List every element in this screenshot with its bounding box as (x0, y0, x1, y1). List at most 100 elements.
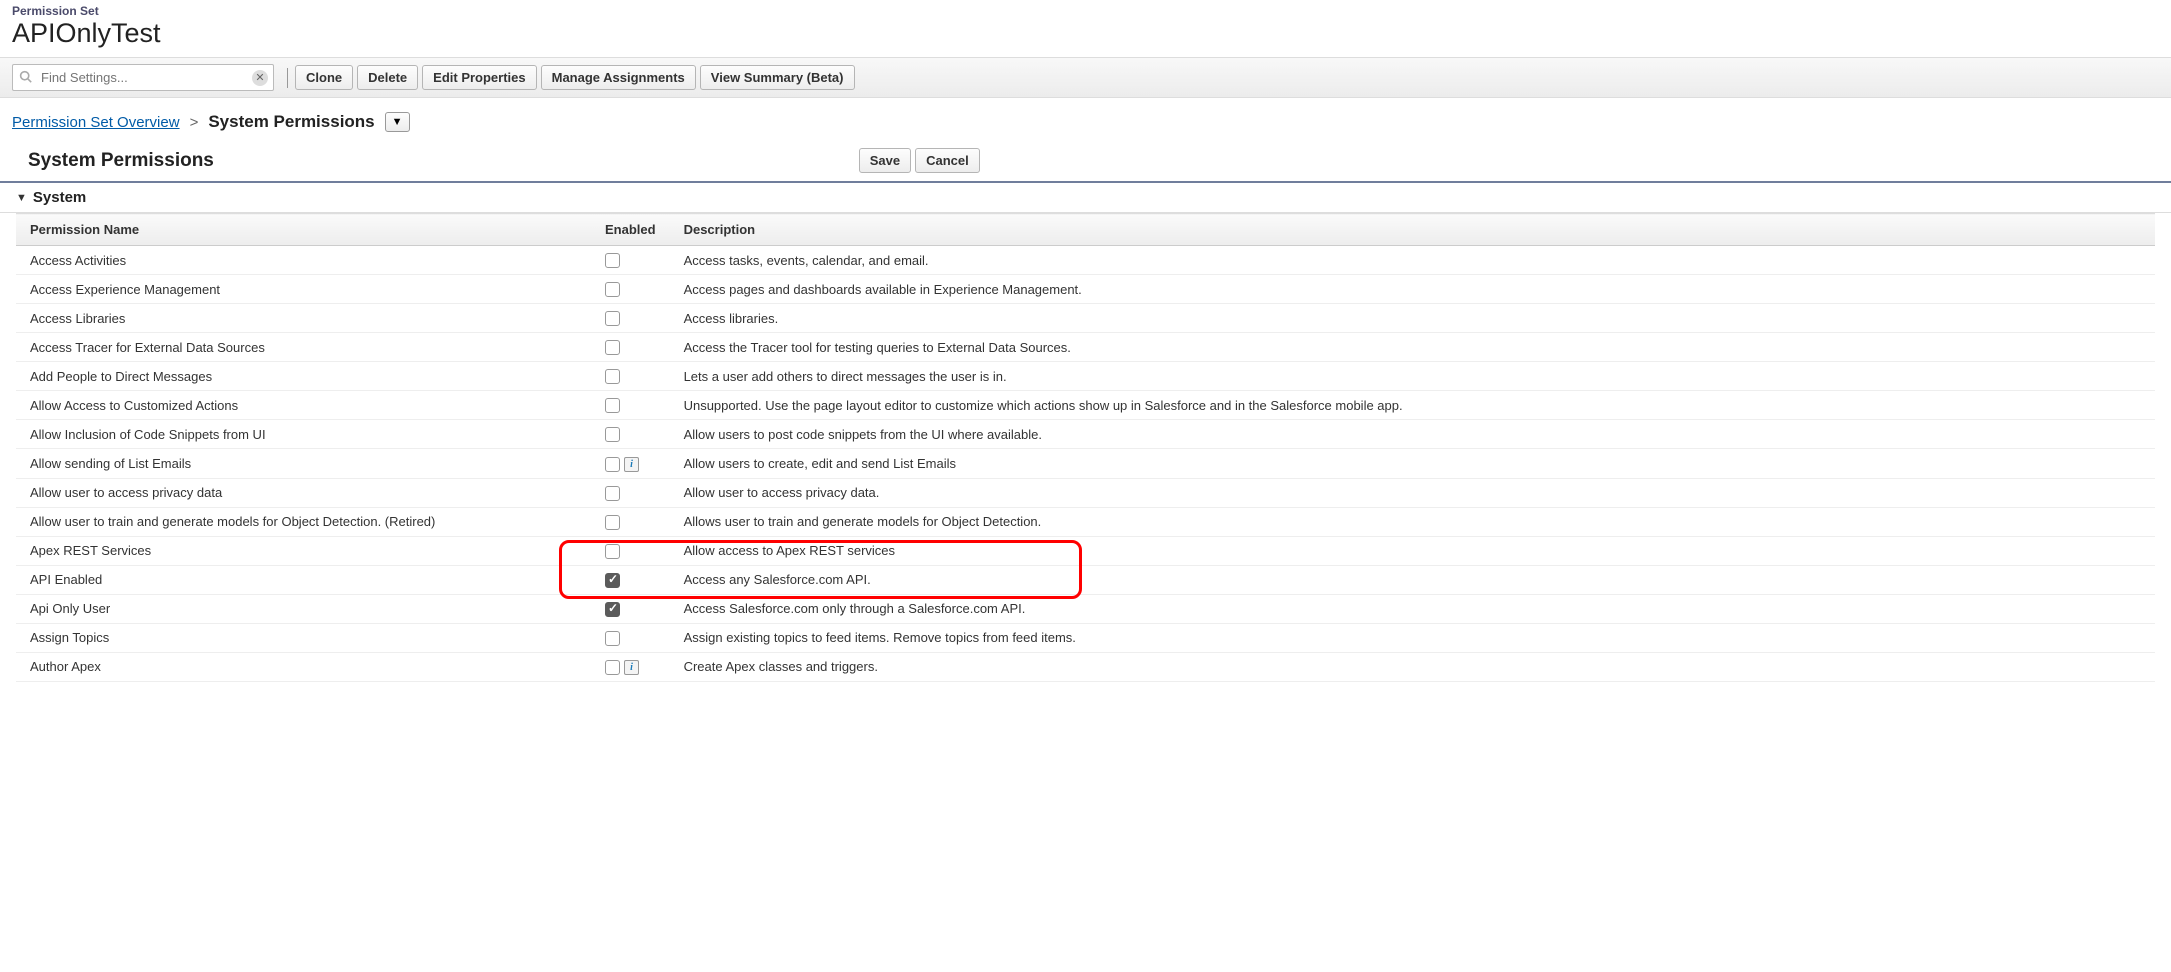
permission-checkbox[interactable] (605, 369, 620, 384)
permission-name-cell: Allow user to train and generate models … (16, 507, 591, 536)
clear-search-icon[interactable]: ✕ (252, 70, 268, 86)
view-summary-button[interactable]: View Summary (Beta) (700, 65, 855, 90)
permission-description-cell: Allow users to post code snippets from t… (670, 420, 2155, 449)
permission-enabled-cell (591, 536, 670, 565)
permission-checkbox[interactable] (605, 340, 620, 355)
permission-name-cell: Allow Access to Customized Actions (16, 391, 591, 420)
permission-description-cell: Allows user to train and generate models… (670, 507, 2155, 536)
permission-checkbox[interactable] (605, 457, 620, 472)
permission-enabled-cell (591, 565, 670, 594)
col-header-name: Permission Name (16, 214, 591, 246)
permission-enabled-cell (591, 304, 670, 333)
table-row: Allow user to train and generate models … (16, 507, 2155, 536)
permission-enabled-cell (591, 275, 670, 304)
search-input[interactable] (12, 64, 274, 91)
collapse-arrow-icon: ▼ (16, 192, 27, 204)
permission-description-cell: Allow access to Apex REST services (670, 536, 2155, 565)
breadcrumb-current: System Permissions (208, 112, 374, 132)
col-header-description: Description (670, 214, 2155, 246)
permission-checkbox[interactable] (605, 573, 620, 588)
permission-description-cell: Assign existing topics to feed items. Re… (670, 623, 2155, 652)
permission-checkbox[interactable] (605, 427, 620, 442)
page-subtitle: Permission Set (12, 4, 2159, 18)
clone-button[interactable]: Clone (295, 65, 353, 90)
permission-description-cell: Create Apex classes and triggers. (670, 652, 2155, 681)
table-row: Apex REST Services Allow access to Apex R… (16, 536, 2155, 565)
permission-checkbox[interactable] (605, 398, 620, 413)
permission-checkbox[interactable] (605, 631, 620, 646)
permission-checkbox[interactable] (605, 486, 620, 501)
table-row: Assign Topics Assign existing topics to f… (16, 623, 2155, 652)
permission-name-cell: Access Tracer for External Data Sources (16, 333, 591, 362)
table-row: Allow sending of List Emails i Allow users… (16, 449, 2155, 478)
permission-enabled-cell (591, 623, 670, 652)
table-row: Allow Access to Customized ActionsUnsupp… (16, 391, 2155, 420)
table-row: Api Only User Access Salesforce.com only … (16, 594, 2155, 623)
permission-description-cell: Access libraries. (670, 304, 2155, 333)
delete-button[interactable]: Delete (357, 65, 418, 90)
permission-name-cell: Assign Topics (16, 623, 591, 652)
table-row: Access Experience Management Access pages… (16, 275, 2155, 304)
permission-name-cell: Add People to Direct Messages (16, 362, 591, 391)
permission-description-cell: Allow users to create, edit and send Lis… (670, 449, 2155, 478)
permission-name-cell: API Enabled (16, 565, 591, 594)
breadcrumb-overview-link[interactable]: Permission Set Overview (12, 114, 180, 131)
permission-enabled-cell (591, 420, 670, 449)
permission-name-cell: Allow Inclusion of Code Snippets from UI (16, 420, 591, 449)
toolbar-divider (287, 68, 288, 88)
permission-description-cell: Access the Tracer tool for testing queri… (670, 333, 2155, 362)
permissions-table: Permission Name Enabled Description Acce… (16, 213, 2155, 682)
permission-checkbox[interactable] (605, 311, 620, 326)
chevron-down-icon: ▼ (392, 116, 403, 128)
permission-enabled-cell (591, 246, 670, 275)
permission-checkbox[interactable] (605, 515, 620, 530)
permission-checkbox[interactable] (605, 282, 620, 297)
permission-name-cell: Apex REST Services (16, 536, 591, 565)
permission-enabled-cell: i (591, 652, 670, 681)
search-icon (19, 70, 32, 86)
table-row: Allow user to access privacy dataAllow u… (16, 478, 2155, 507)
permission-description-cell: Access tasks, events, calendar, and emai… (670, 246, 2155, 275)
info-icon[interactable]: i (624, 660, 639, 675)
permission-enabled-cell (591, 333, 670, 362)
section-title: System Permissions (28, 150, 214, 172)
group-header[interactable]: ▼ System (0, 183, 2171, 213)
permission-name-cell: Access Libraries (16, 304, 591, 333)
permission-name-cell: Allow user to access privacy data (16, 478, 591, 507)
permission-enabled-cell: i (591, 449, 670, 478)
permission-description-cell: Access pages and dashboards available in… (670, 275, 2155, 304)
permission-enabled-cell (591, 362, 670, 391)
table-row: API Enabled Access any Salesforce.com API… (16, 565, 2155, 594)
permission-checkbox[interactable] (605, 544, 620, 559)
breadcrumb-separator: > (190, 114, 199, 131)
permission-description-cell: Access any Salesforce.com API. (670, 565, 2155, 594)
permission-checkbox[interactable] (605, 253, 620, 268)
toolbar: ✕ Clone Delete Edit Properties Manage As… (0, 57, 2171, 98)
edit-properties-button[interactable]: Edit Properties (422, 65, 536, 90)
manage-assignments-button[interactable]: Manage Assignments (541, 65, 696, 90)
breadcrumb: Permission Set Overview > System Permiss… (0, 98, 2171, 142)
permission-name-cell: Access Experience Management (16, 275, 591, 304)
permission-name-cell: Access Activities (16, 246, 591, 275)
permission-checkbox[interactable] (605, 602, 620, 617)
permission-enabled-cell (591, 391, 670, 420)
group-header-label: System (33, 189, 86, 206)
table-row: Add People to Direct MessagesLets a user… (16, 362, 2155, 391)
save-button[interactable]: Save (859, 148, 911, 173)
page-title: APIOnlyTest (12, 18, 2159, 49)
permission-name-cell: Api Only User (16, 594, 591, 623)
table-row: Author Apex i Create Apex classes and trig… (16, 652, 2155, 681)
cancel-button[interactable]: Cancel (915, 148, 980, 173)
breadcrumb-dropdown-button[interactable]: ▼ (385, 112, 410, 132)
section-bar: System Permissions Save Cancel (0, 142, 2171, 183)
info-icon[interactable]: i (624, 457, 639, 472)
col-header-enabled: Enabled (591, 214, 670, 246)
permission-name-cell: Allow sending of List Emails (16, 449, 591, 478)
table-row: Access Tracer for External Data Sources A… (16, 333, 2155, 362)
permission-checkbox[interactable] (605, 660, 620, 675)
table-row: Allow Inclusion of Code Snippets from UI… (16, 420, 2155, 449)
permission-enabled-cell (591, 594, 670, 623)
permission-name-cell: Author Apex (16, 652, 591, 681)
permission-description-cell: Access Salesforce.com only through a Sal… (670, 594, 2155, 623)
permission-enabled-cell (591, 507, 670, 536)
